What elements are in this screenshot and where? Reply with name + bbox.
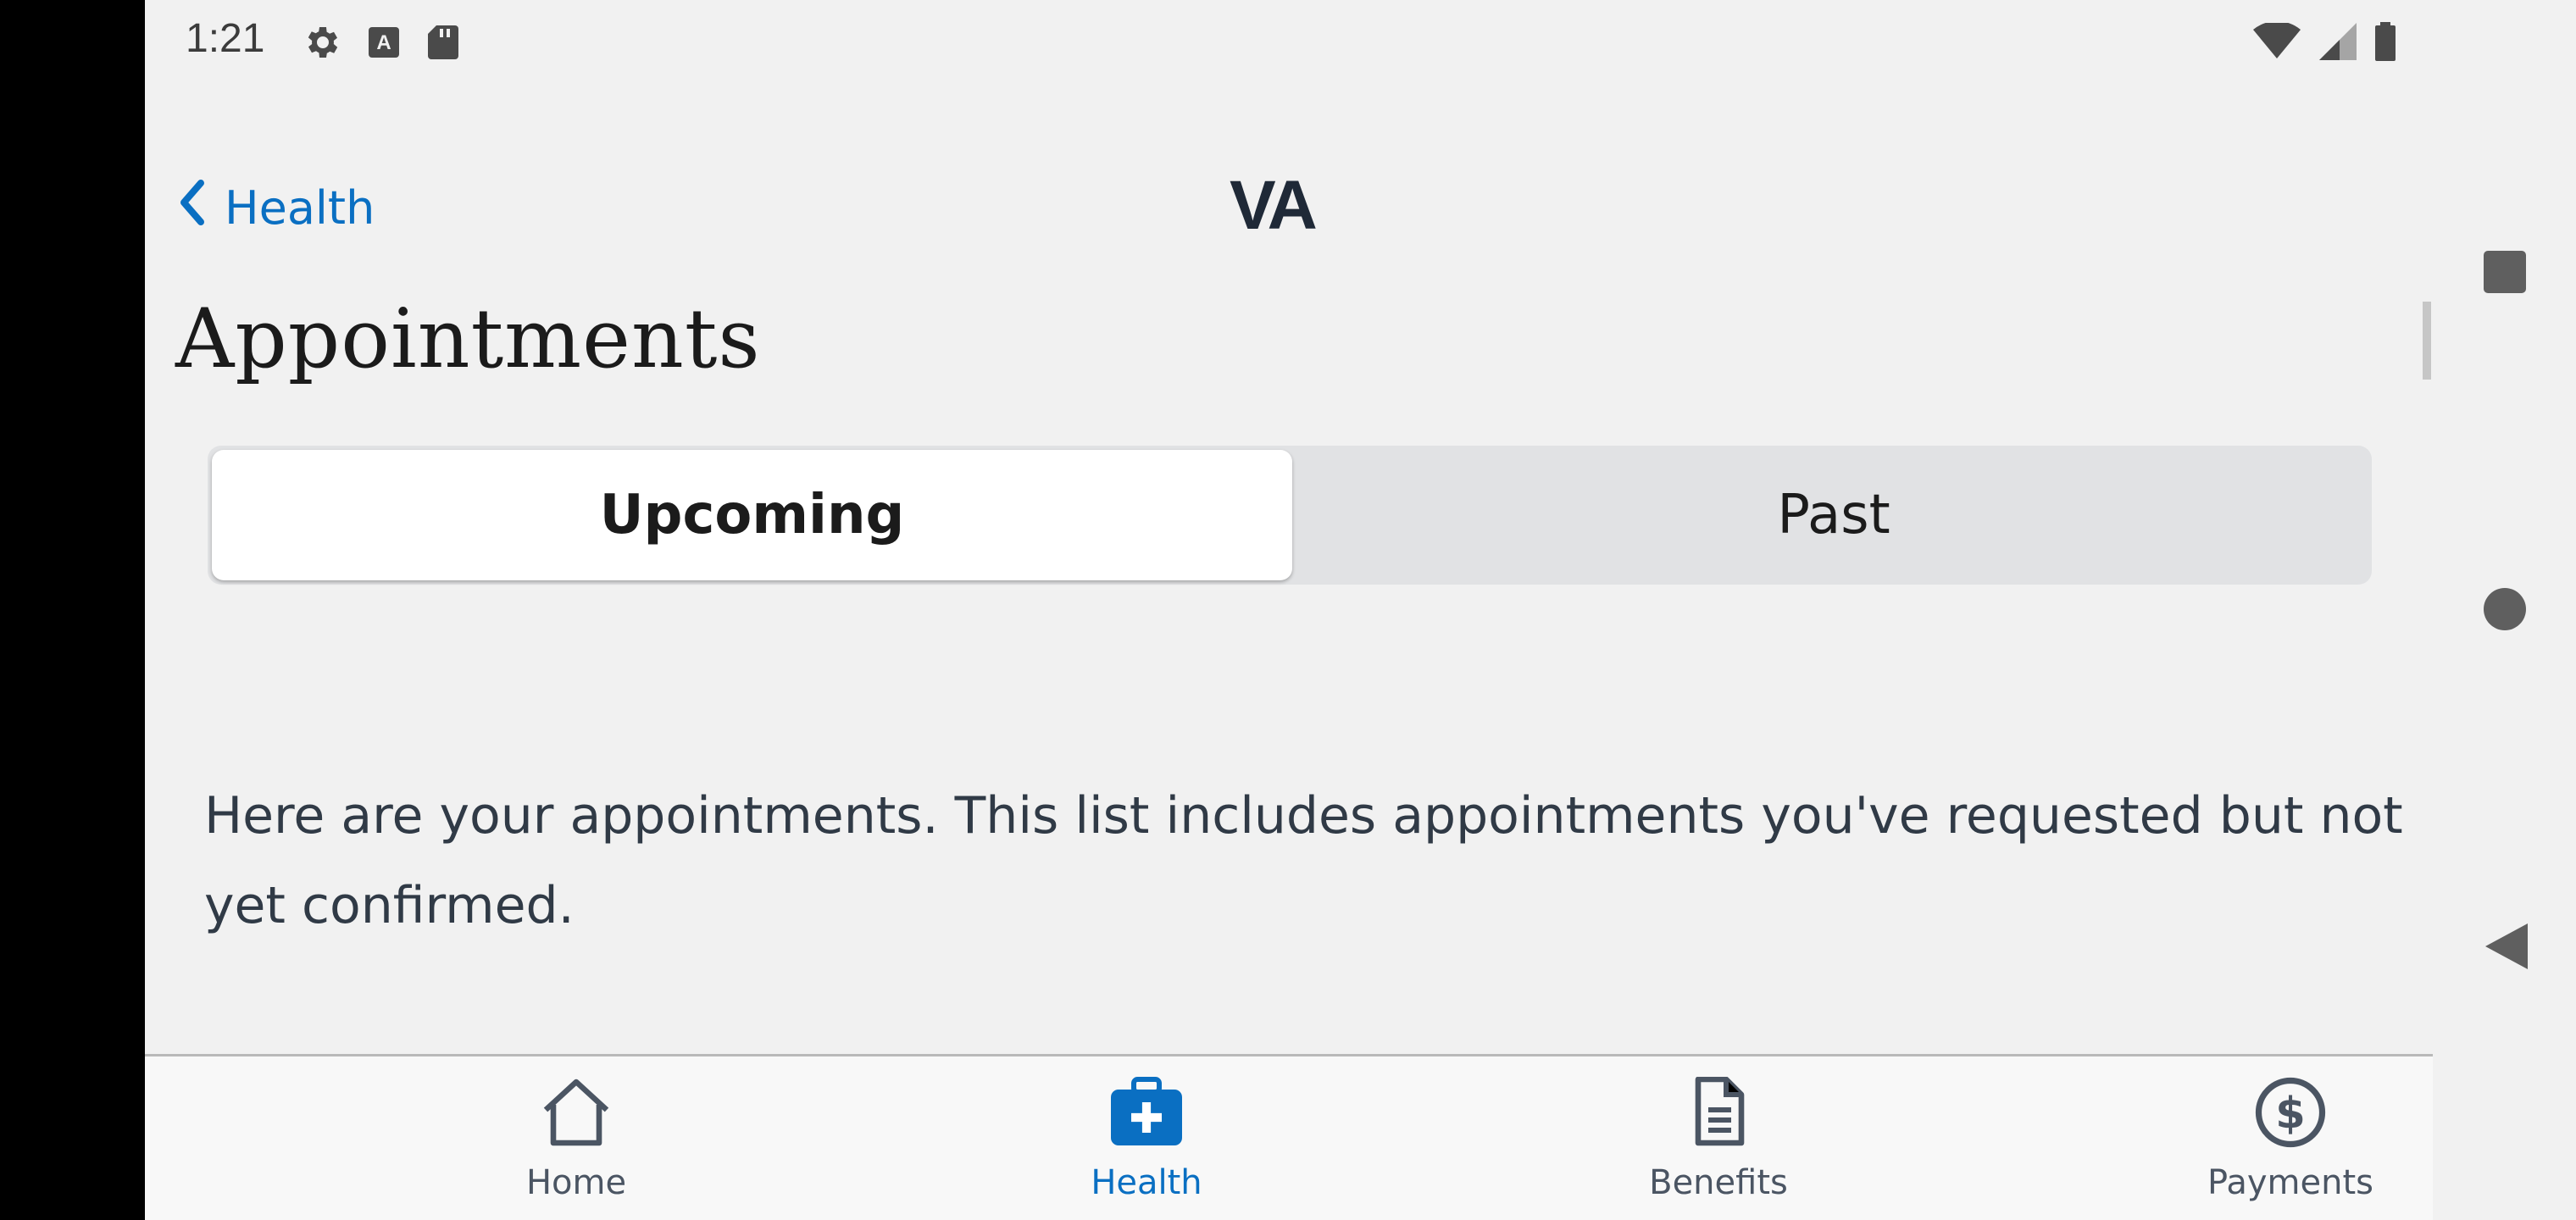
- tab-bar-benefits-label: Benefits: [1649, 1163, 1788, 1202]
- scrollbar-thumb[interactable]: [2423, 302, 2431, 380]
- recents-square-icon[interactable]: [2484, 251, 2526, 297]
- back-button[interactable]: Health: [179, 180, 375, 236]
- dollar-circle-icon: $: [2252, 1077, 2329, 1151]
- svg-text:A: A: [376, 31, 391, 54]
- tab-bar-home-label: Home: [525, 1163, 627, 1202]
- tab-bar-benefits[interactable]: Benefits: [1583, 1076, 1854, 1202]
- medical-kit-icon: [1108, 1077, 1185, 1151]
- back-label: Health: [225, 181, 375, 235]
- document-icon: [1680, 1076, 1757, 1151]
- settings-icon: [301, 22, 341, 66]
- tab-bar-home[interactable]: Home: [441, 1077, 712, 1202]
- appointments-segmented-control: Upcoming Past: [208, 446, 2372, 585]
- tab-bar-payments[interactable]: $ Payments: [2155, 1077, 2426, 1202]
- svg-text:$: $: [2275, 1089, 2306, 1139]
- tab-upcoming[interactable]: Upcoming: [212, 450, 1292, 580]
- cellular-signal-icon: [2319, 23, 2357, 64]
- home-circle-icon[interactable]: [2484, 588, 2526, 634]
- accessibility-a-icon: A: [367, 25, 401, 63]
- system-nav-rail: [2433, 0, 2576, 1220]
- home-icon: [538, 1077, 614, 1151]
- status-time: 1:21: [186, 16, 265, 61]
- tab-bar-payments-label: Payments: [2207, 1163, 2373, 1202]
- status-right-icons: [2253, 20, 2396, 64]
- tab-past[interactable]: Past: [1301, 450, 2367, 580]
- back-triangle-icon[interactable]: [2484, 922, 2529, 974]
- tab-bar-health[interactable]: Health: [1011, 1077, 1282, 1202]
- chevron-left-icon: [179, 180, 206, 236]
- left-letterbox: [0, 0, 145, 1220]
- page-title: Appointments: [175, 291, 761, 386]
- app-screen: 1:21 A Health VA Appointments Upcoming P…: [145, 0, 2433, 1220]
- status-left-icons: A: [301, 22, 460, 66]
- sd-card-icon: [426, 24, 460, 64]
- bottom-tab-bar: Home Health Benefits $ Payments: [145, 1054, 2433, 1220]
- va-logo: VA: [1230, 167, 1318, 244]
- tab-bar-health-label: Health: [1091, 1163, 1202, 1202]
- wifi-icon: [2253, 20, 2301, 64]
- battery-icon: [2375, 22, 2396, 64]
- appointments-intro-text: Here are your appointments. This list in…: [204, 786, 2403, 935]
